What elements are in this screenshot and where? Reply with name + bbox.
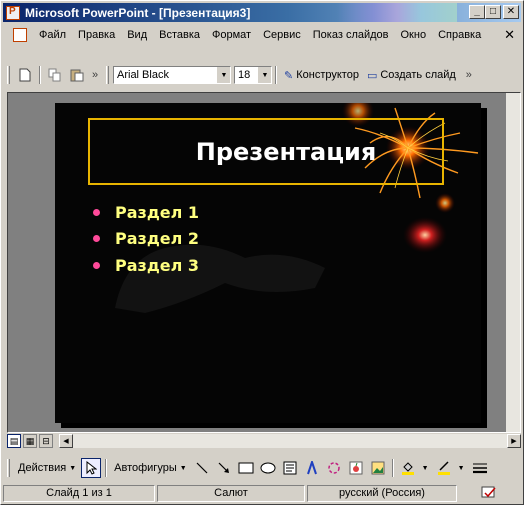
scroll-right-icon[interactable]: ▶ <box>507 434 521 448</box>
minimize-button[interactable]: _ <box>469 5 485 19</box>
paste-icon[interactable] <box>68 66 86 84</box>
line-color-icon[interactable] <box>434 458 454 478</box>
status-slide-info: Слайд 1 из 1 <box>3 484 155 502</box>
menu-help[interactable]: Справка <box>432 29 487 41</box>
toolbar-more-chevron[interactable]: » <box>464 66 474 84</box>
new-document-icon[interactable] <box>16 66 34 84</box>
autoshapes-menu[interactable]: Автофигуры <box>114 462 177 474</box>
bullet-icon <box>93 235 100 243</box>
font-name-select[interactable]: Arial Black ▼ <box>113 66 231 84</box>
menu-slideshow[interactable]: Показ слайдов <box>307 29 395 41</box>
new-slide-icon: ▭ <box>366 69 378 82</box>
wordart-icon[interactable] <box>302 458 322 478</box>
formatting-toolbar: » Arial Black ▼ 18 ▼ ✎ Конструктор ▭ Соз… <box>3 63 521 87</box>
designer-label: Конструктор <box>296 69 359 81</box>
actions-menu[interactable]: Действия <box>18 462 66 474</box>
chevron-down-icon[interactable]: ▼ <box>422 465 429 472</box>
chevron-down-icon[interactable]: ▼ <box>217 67 230 83</box>
font-name-value: Arial Black <box>117 69 169 81</box>
firework-burst <box>403 217 447 253</box>
slideshow-view-icon[interactable]: ⊟ <box>39 434 53 448</box>
menu-bar: Файл Правка Вид Вставка Формат Сервис По… <box>3 24 521 46</box>
oval-icon[interactable] <box>258 458 278 478</box>
toolbar-more-chevron[interactable]: » <box>90 66 100 84</box>
title-bar[interactable]: Microsoft PowerPoint - [Презентация3] _ … <box>3 3 521 22</box>
slide-title-placeholder[interactable]: Презентация <box>88 118 444 185</box>
pointer-icon[interactable] <box>81 458 102 478</box>
menu-tools[interactable]: Сервис <box>257 29 307 41</box>
title-bar-decoration <box>337 3 457 22</box>
copy-icon[interactable] <box>46 66 64 84</box>
powerpoint-window: Microsoft PowerPoint - [Презентация3] _ … <box>0 0 524 505</box>
diagram-icon[interactable] <box>324 458 344 478</box>
document-icon[interactable] <box>13 28 27 42</box>
menu-window[interactable]: Окно <box>395 29 433 41</box>
font-size-select[interactable]: 18 ▼ <box>234 66 272 84</box>
chevron-down-icon[interactable]: ▼ <box>180 465 187 472</box>
horizontal-scrollbar[interactable]: ◀ ▶ <box>59 434 521 448</box>
normal-view-icon[interactable]: ▤ <box>7 434 21 448</box>
bullet-text[interactable]: Раздел 3 <box>115 256 199 275</box>
menu-file[interactable]: Файл <box>33 29 72 41</box>
slide-bullet-list[interactable]: Раздел 1 Раздел 2 Раздел 3 <box>93 199 199 279</box>
textbox-icon[interactable] <box>280 458 300 478</box>
toolbar-separator <box>105 459 108 477</box>
chevron-down-icon[interactable]: ▼ <box>69 465 76 472</box>
drawing-toolbar: Действия ▼ Автофигуры ▼ ▼ ▼ <box>3 456 521 480</box>
view-bar: ▤ ▦ ⊟ ◀ ▶ <box>7 433 521 449</box>
maximize-button[interactable]: □ <box>485 5 501 19</box>
bullet-item[interactable]: Раздел 3 <box>93 252 199 279</box>
slide-title[interactable]: Презентация <box>196 138 376 166</box>
vertical-scrollbar[interactable] <box>506 93 520 432</box>
designer-button[interactable]: ✎ Конструктор <box>284 69 359 82</box>
chevron-down-icon[interactable]: ▼ <box>258 67 271 83</box>
menu-format[interactable]: Формат <box>206 29 257 41</box>
toolbar-separator <box>391 459 394 477</box>
rectangle-icon[interactable] <box>236 458 256 478</box>
status-design-name: Салют <box>157 484 305 502</box>
new-slide-button[interactable]: ▭ Создать слайд <box>367 69 456 82</box>
slide-sorter-view-icon[interactable]: ▦ <box>23 434 37 448</box>
chevron-down-icon[interactable]: ▼ <box>458 465 465 472</box>
menu-edit[interactable]: Правка <box>72 29 121 41</box>
slide-workspace[interactable]: Презентация Раздел 1 Раздел 2 Раздел 3 <box>7 92 521 433</box>
slide-design-icon: ✎ <box>284 69 294 82</box>
status-language: русский (Россия) <box>307 484 457 502</box>
line-style-icon[interactable] <box>470 458 490 478</box>
powerpoint-app-icon[interactable] <box>6 5 20 20</box>
scroll-left-icon[interactable]: ◀ <box>59 434 73 448</box>
close-document-button[interactable]: ✕ <box>504 27 515 43</box>
clipart-icon[interactable] <box>346 458 366 478</box>
menu-view[interactable]: Вид <box>121 29 153 41</box>
close-button[interactable]: ✕ <box>503 5 519 19</box>
toolbar-grip[interactable] <box>7 459 10 477</box>
bullet-item[interactable]: Раздел 2 <box>93 226 199 253</box>
menu-insert[interactable]: Вставка <box>153 29 206 41</box>
fill-color-icon[interactable] <box>398 458 418 478</box>
toolbar-separator <box>275 66 277 84</box>
bullet-text[interactable]: Раздел 1 <box>115 203 199 222</box>
picture-icon[interactable] <box>368 458 388 478</box>
bullet-icon <box>93 261 100 269</box>
bullet-text[interactable]: Раздел 2 <box>115 229 199 248</box>
toolbar-grip[interactable] <box>7 66 10 84</box>
slide-canvas[interactable]: Презентация Раздел 1 Раздел 2 Раздел 3 <box>55 103 481 423</box>
toolbar-separator <box>39 66 41 84</box>
arrow-icon[interactable] <box>214 458 234 478</box>
bullet-item[interactable]: Раздел 1 <box>93 199 199 226</box>
toolbar-grip[interactable] <box>106 66 109 84</box>
bullet-icon <box>93 208 100 216</box>
spelling-icon[interactable] <box>459 485 519 502</box>
window-title: Microsoft PowerPoint - [Презентация3] <box>25 5 251 20</box>
font-size-value: 18 <box>238 69 251 81</box>
line-icon[interactable] <box>192 458 212 478</box>
status-bar: Слайд 1 из 1 Салют русский (Россия) <box>3 483 521 503</box>
new-slide-label: Создать слайд <box>380 69 456 81</box>
